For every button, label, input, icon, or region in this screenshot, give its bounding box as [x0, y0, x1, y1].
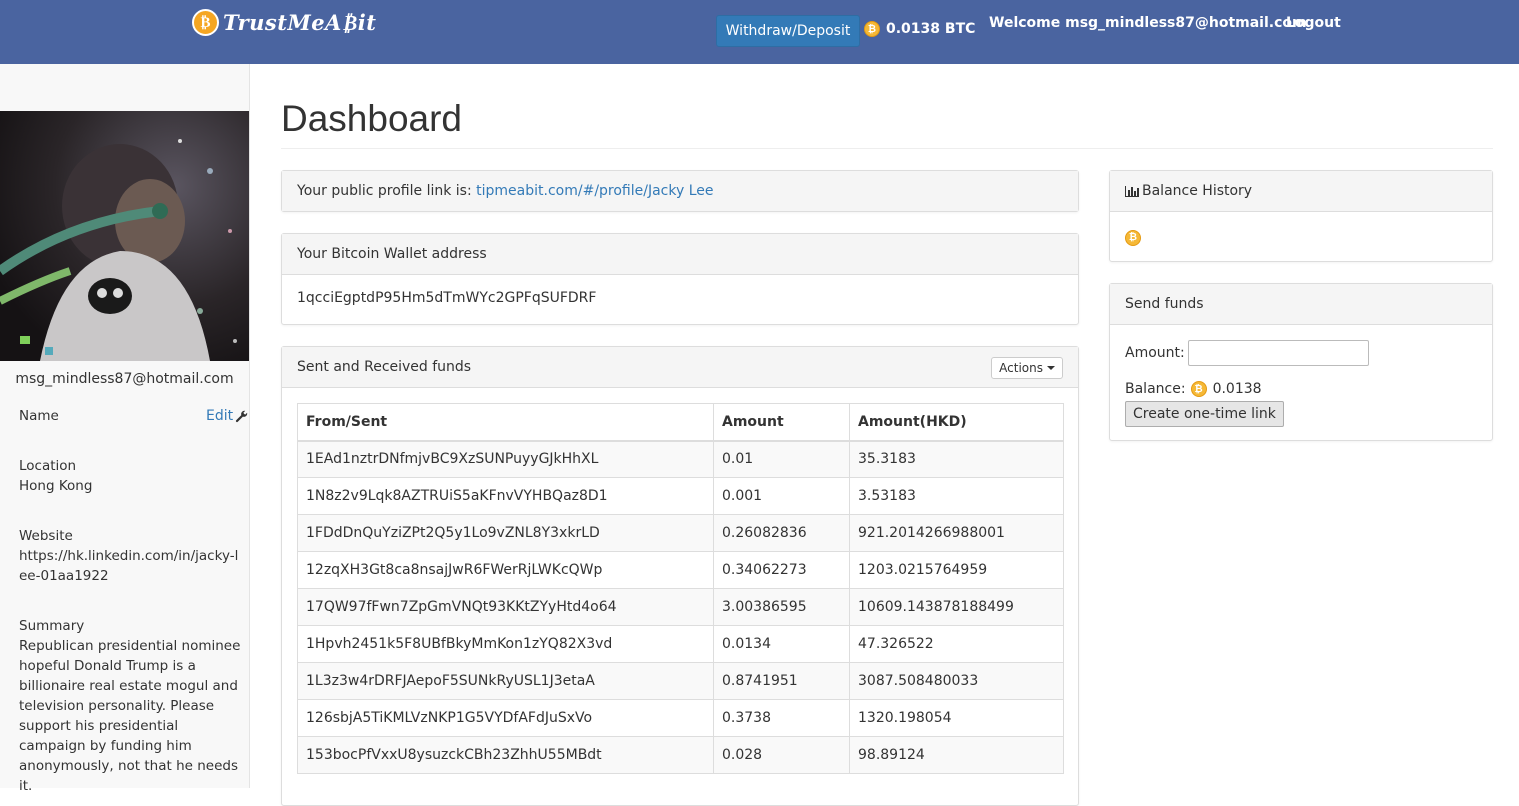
table-row: 153bocPfVxxU8ysuzckCBh23ZhhU55MBdt 0.028 9… — [297, 736, 1064, 774]
wallet-panel: Your Bitcoin Wallet address 1qcciEgptdP9… — [281, 233, 1079, 325]
sidebar-email: msg_mindless87@hotmail.com — [15, 371, 234, 387]
website-label: Website — [19, 528, 73, 544]
table-row: 17QW97fFwn7ZpGmVNQt93KKtZYyHtd4o64 3.0038… — [297, 588, 1064, 626]
bitcoin-coin-icon: ₿ — [864, 21, 880, 37]
column-header[interactable]: From/Sent — [297, 403, 714, 442]
funds-panel-heading: Sent and Received funds — [282, 347, 1078, 388]
amount-hkd-cell: 1203.0215764959 — [849, 551, 1064, 589]
edit-profile-link[interactable]: Edit — [206, 408, 248, 424]
send-funds-heading: Send funds — [1110, 284, 1492, 325]
column-header[interactable]: Amount(HKD) — [849, 403, 1064, 442]
location-label: Location — [19, 458, 77, 474]
amount-hkd-cell: 47.326522 — [849, 625, 1064, 663]
brand-logo[interactable]: ₿ TrustMeA₿it — [192, 9, 376, 36]
website-value: https://hk.linkedin.com/in/jacky-lee-01a… — [19, 548, 239, 584]
amount-hkd-cell: 10609.143878188499 — [849, 588, 1064, 626]
send-funds-panel: Send funds Amount: Balance: ₿ 0.0138 Cre… — [1109, 283, 1493, 441]
page-title: Dashboard — [281, 98, 463, 139]
amount-cell: 0.028 — [713, 736, 850, 774]
amount-hkd-cell: 921.2014266988001 — [849, 514, 1064, 552]
from-address-cell: 1L3z3w4rDRFJAepoF5SUNkRyUSL1J3etaA — [297, 662, 714, 700]
withdraw-deposit-button[interactable]: Withdraw/Deposit — [716, 15, 860, 47]
profile-link-prefix: Your public profile link is: — [297, 183, 477, 199]
actions-label[interactable]: Actions — [999, 361, 1043, 375]
amount-hkd-cell: 3087.508480033 — [849, 662, 1064, 700]
top-navbar: ₿ TrustMeA₿it Withdraw/Deposit ₿ 0.0138 … — [0, 0, 1519, 64]
profile-sidebar: msg_mindless87@hotmail.com Name Edit Loc… — [0, 64, 250, 794]
table-row: 1FDdDnQuYziZPt2Q5y1Lo9vZNL8Y3xkrLD 0.2608… — [297, 514, 1064, 552]
name-label: Name — [19, 408, 59, 424]
amount-cell: 0.001 — [713, 477, 850, 515]
amount-hkd-cell: 35.3183 — [849, 440, 1064, 478]
from-address-cell: 153bocPfVxxU8ysuzckCBh23ZhhU55MBdt — [297, 736, 714, 774]
bar-chart-icon — [1125, 186, 1139, 197]
from-address-cell: 1Hpvh2451k5F8UBfBkyMmKon1zYQ82X3vd — [297, 625, 714, 663]
balance-history-heading: Balance History — [1110, 171, 1492, 212]
amount-input[interactable] — [1187, 340, 1369, 366]
bitcoin-coin-icon: ₿ — [1125, 229, 1141, 246]
wallet-address: 1qcciEgptdP95Hm5dTmWYc2GPFqSUFDRF — [297, 290, 597, 306]
create-one-time-link-button[interactable]: Create one-time link — [1125, 401, 1284, 427]
amount-cell: 0.34062273 — [713, 551, 850, 589]
column-header[interactable]: Amount — [713, 403, 850, 442]
amount-cell: 0.01 — [713, 440, 850, 478]
profile-link-heading: Your public profile link is: tipmeabit.c… — [282, 171, 1078, 211]
avatar — [0, 111, 249, 361]
funds-panel: Sent and Received funds Actions From/Sen… — [281, 346, 1079, 806]
table-row: 126sbjA5TiKMLVzNKP1G5VYDfAFdJuSxVo 0.3738… — [297, 699, 1064, 737]
from-address-cell: 12zqXH3Gt8ca8nsajJwR6FWerRjLWKcQWp — [297, 551, 714, 589]
from-address-cell: 1N8z2v9Lqk8AZTRUiS5aKFnvVYHBQaz8D1 — [297, 477, 714, 515]
table-row: 1Hpvh2451k5F8UBfBkyMmKon1zYQ82X3vd 0.0134… — [297, 625, 1064, 663]
summary-label: Summary — [19, 618, 85, 634]
table-header-row: From/Sent Amount Amount(HKD) — [297, 403, 1064, 442]
amount-cell: 0.0134 — [713, 625, 850, 663]
amount-cell: 3.00386595 — [713, 588, 850, 626]
balance-row: Balance: ₿ 0.0138 — [1125, 381, 1262, 397]
caret-down-icon — [1047, 366, 1055, 370]
wrench-icon — [236, 410, 248, 422]
location-value: Hong Kong — [19, 478, 93, 494]
edit-label[interactable]: Edit — [206, 408, 233, 424]
create-link-row: Create one-time link — [1125, 401, 1284, 427]
bitcoin-logo-icon: ₿ — [192, 9, 219, 36]
nav-balance: ₿ 0.0138 BTC — [864, 21, 975, 37]
balance-history-panel: Balance History ₿ — [1109, 170, 1493, 262]
balance-history-body: ₿ — [1110, 212, 1492, 261]
amount-cell: 0.3738 — [713, 699, 850, 737]
wallet-panel-heading: Your Bitcoin Wallet address — [282, 234, 1078, 275]
from-address-cell: 17QW97fFwn7ZpGmVNQt93KKtZYyHtd4o64 — [297, 588, 714, 626]
table-row: 1L3z3w4rDRFJAepoF5SUNkRyUSL1J3etaA 0.8741… — [297, 662, 1064, 700]
from-address-cell: 1EAd1nztrDNfmjvBC9XzSUNPuyyGJkHhXL — [297, 440, 714, 478]
amount-row: Amount: — [1125, 340, 1369, 366]
summary-value: Republican presidential nominee hopeful … — [19, 638, 241, 794]
bitcoin-coin-icon: ₿ — [1190, 381, 1207, 397]
from-address-cell: 126sbjA5TiKMLVzNKP1G5VYDfAFdJuSxVo — [297, 699, 714, 737]
actions-dropdown-button[interactable]: Actions — [991, 357, 1063, 379]
amount-cell: 0.26082836 — [713, 514, 850, 552]
brand-name: TrustMeA₿it — [223, 9, 377, 35]
amount-hkd-cell: 3.53183 — [849, 477, 1064, 515]
from-address-cell: 1FDdDnQuYziZPt2Q5y1Lo9vZNL8Y3xkrLD — [297, 514, 714, 552]
table-row: 1N8z2v9Lqk8AZTRUiS5aKFnvVYHBQaz8D1 0.001 3… — [297, 477, 1064, 515]
table-row: 12zqXH3Gt8ca8nsajJwR6FWerRjLWKcQWp 0.3406… — [297, 551, 1064, 589]
profile-link[interactable]: tipmeabit.com/#/profile/Jacky Lee — [476, 183, 713, 199]
balance-value: 0.0138 — [1212, 381, 1262, 397]
welcome-message[interactable]: Welcome msg_mindless87@hotmail.com — [989, 15, 1307, 31]
amount-hkd-cell: 1320.198054 — [849, 699, 1064, 737]
funds-table: From/Sent Amount Amount(HKD) 1EAd1nztrDN… — [297, 403, 1064, 774]
title-divider — [281, 148, 1493, 149]
profile-link-panel: Your public profile link is: tipmeabit.c… — [281, 170, 1079, 212]
balance-label: Balance: — [1125, 381, 1186, 397]
balance-history-title: Balance History — [1142, 183, 1253, 199]
nav-balance-value: 0.0138 BTC — [886, 21, 976, 37]
amount-cell: 0.8741951 — [713, 662, 850, 700]
logout-link[interactable]: Logout — [1286, 15, 1341, 31]
profile-photo — [0, 111, 249, 361]
table-row: 1EAd1nztrDNfmjvBC9XzSUNPuyyGJkHhXL 0.01 35… — [297, 440, 1064, 478]
amount-label: Amount: — [1125, 345, 1185, 361]
amount-hkd-cell: 98.89124 — [849, 736, 1064, 774]
